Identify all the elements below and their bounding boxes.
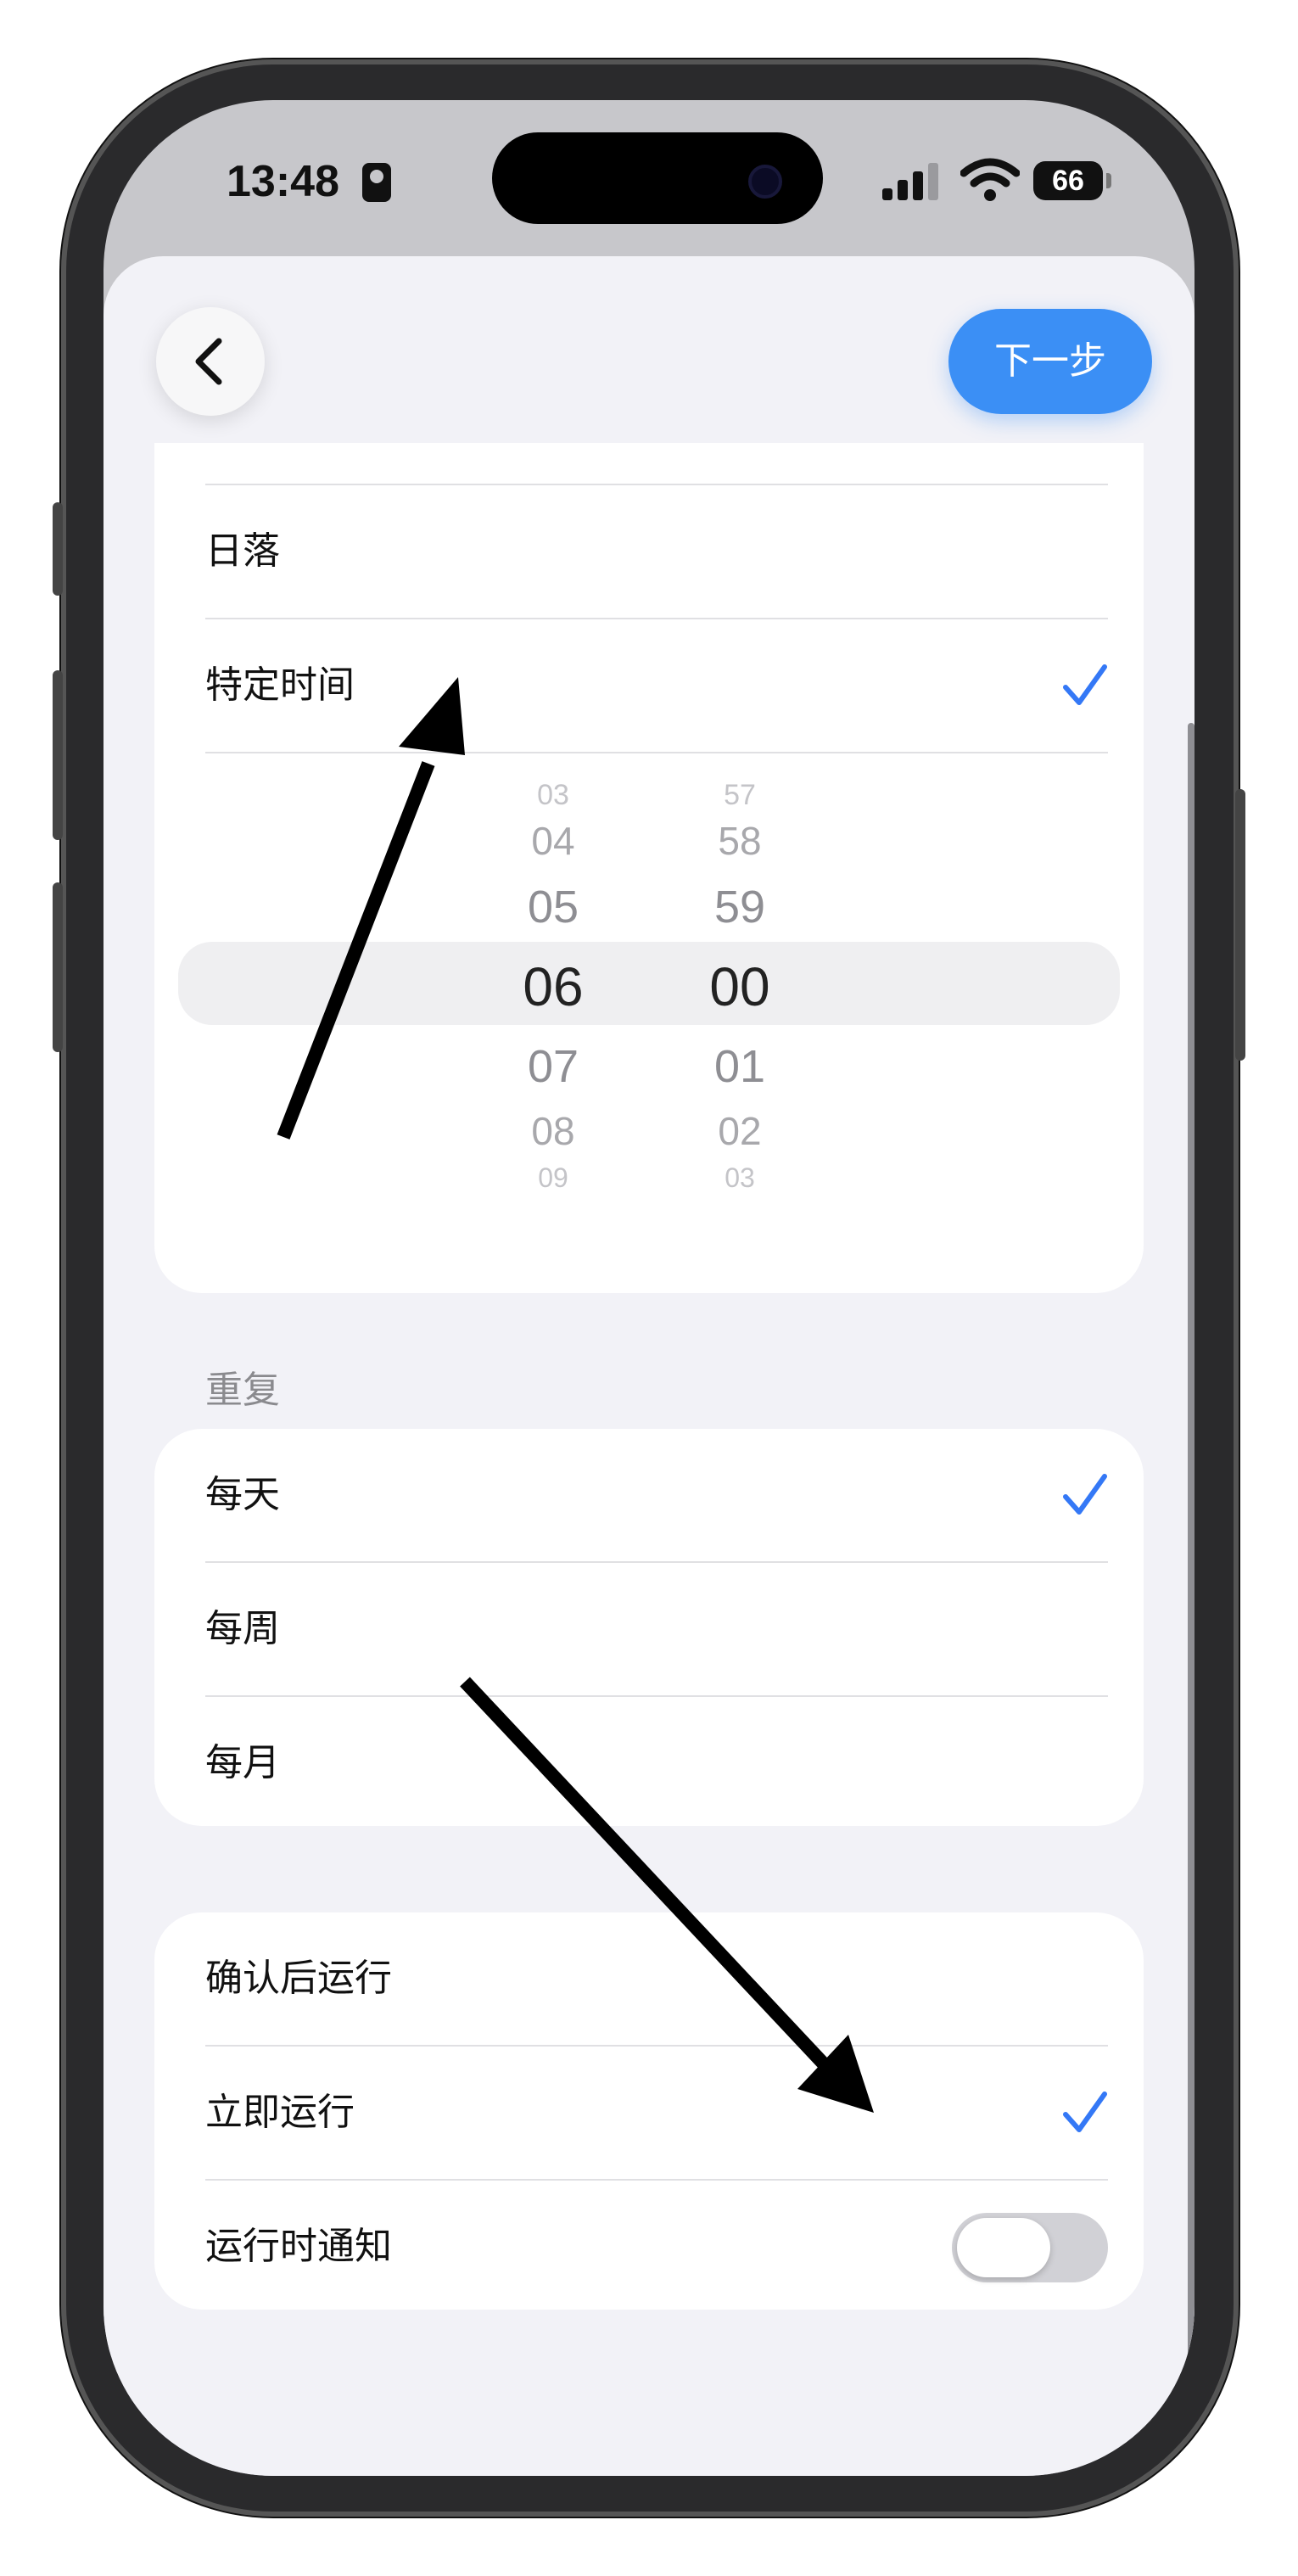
power-button [1235,789,1245,1061]
hour-item[interactable]: 08 [468,1108,638,1154]
action-button [53,502,63,596]
wifi-icon [960,158,1020,201]
option-label: 每月 [205,1741,280,1784]
time-picker[interactable]: 03 04 05 06 07 08 09 57 58 59 00 01 02 0… [154,753,1144,1280]
checkmark-icon [1063,2092,1107,2132]
option-label: 运行时通知 [205,2225,392,2268]
hour-selected[interactable]: 06 [468,955,638,1018]
next-button[interactable]: 下一步 [948,309,1152,414]
camera-icon [748,165,782,199]
option-specific-time[interactable]: 特定时间 [205,619,1108,752]
picker-selection-band [178,942,1120,1025]
minute-item[interactable]: 01 [655,1040,825,1093]
trigger-card: 日落 特定时间 03 04 05 06 07 08 09 57 58 59 00… [154,443,1144,1293]
run-options-card: 确认后运行 立即运行 运行时通知 [154,1912,1144,2310]
option-label: 每周 [205,1607,280,1650]
battery-tip [1106,173,1111,188]
automation-sheet: 下一步 日落 特定时间 03 04 05 06 07 08 09 57 58 5… [104,256,1194,2476]
hour-item[interactable]: 05 [468,881,638,933]
option-label: 立即运行 [205,2091,355,2134]
minute-item[interactable]: 59 [655,881,825,933]
option-label: 日落 [205,529,280,573]
toggle-knob [957,2218,1050,2277]
screen: 13:48 66 下一步 日落 特定时间 03 04 05 06 07 08 0… [104,100,1194,2476]
hour-item[interactable]: 03 [468,779,638,812]
scrollbar[interactable] [1188,723,1194,2403]
option-sunset[interactable]: 日落 [205,485,1108,618]
hour-item[interactable]: 04 [468,818,638,864]
cellular-signal-icon [882,163,942,200]
repeat-weekly[interactable]: 每周 [205,1563,1108,1695]
hour-item[interactable]: 09 [468,1162,638,1194]
repeat-daily[interactable]: 每天 [205,1429,1108,1561]
status-time: 13:48 [227,157,339,206]
run-after-confirm[interactable]: 确认后运行 [205,1912,1108,2045]
section-title-repeat: 重复 [205,1369,280,1412]
option-label: 确认后运行 [205,1957,392,2000]
minute-item[interactable]: 03 [655,1162,825,1194]
hour-item[interactable]: 07 [468,1040,638,1093]
option-label: 每天 [205,1473,280,1516]
id-card-icon [362,163,391,202]
chevron-left-icon [195,338,222,385]
back-button[interactable] [156,307,265,416]
minute-item[interactable]: 02 [655,1108,825,1154]
minute-selected[interactable]: 00 [655,955,825,1018]
notify-toggle[interactable] [952,2213,1108,2282]
checkmark-icon [1063,1474,1107,1515]
volume-up-button [53,670,63,840]
run-immediately[interactable]: 立即运行 [205,2047,1108,2179]
repeat-monthly[interactable]: 每月 [205,1697,1108,1829]
notify-on-run: 运行时通知 [205,2181,1108,2313]
checkmark-icon [1063,664,1107,705]
sheet-header: 下一步 [104,256,1194,443]
battery-icon: 66 [1033,161,1103,200]
option-label: 特定时间 [205,664,355,707]
repeat-card: 每天 每周 每月 [154,1429,1144,1826]
minute-item[interactable]: 58 [655,818,825,864]
volume-down-button [53,882,63,1052]
minute-item[interactable]: 57 [655,779,825,812]
